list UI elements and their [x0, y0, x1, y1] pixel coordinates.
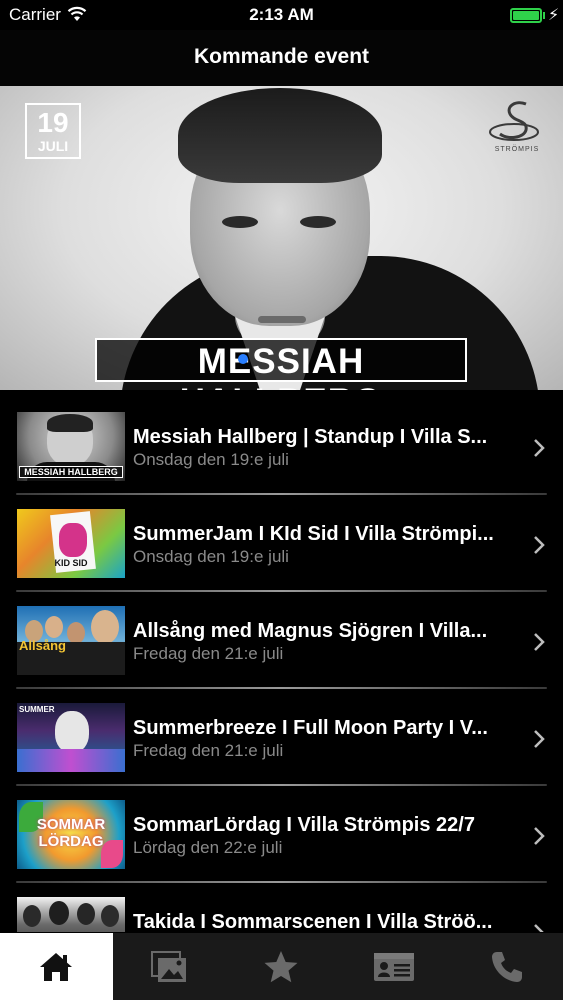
row-separator — [16, 687, 547, 689]
phone-icon — [491, 951, 522, 982]
battery-tip — [543, 12, 545, 19]
hero-name-box: MESSIAH HALLBERG — [95, 338, 467, 390]
contact-card-icon — [374, 952, 415, 981]
chevron-right-icon — [534, 924, 544, 932]
chevron-right-icon — [534, 536, 545, 554]
hero-eye-right — [300, 216, 336, 228]
tab-home[interactable] — [0, 933, 113, 1000]
event-row[interactable]: MESSIAH HALLBERG Messiah Hallberg | Stan… — [0, 400, 563, 497]
chevron-right-icon — [534, 633, 545, 651]
event-date: Fredag den 21:e juli — [133, 644, 284, 663]
event-thumbnail: Allsång — [17, 606, 125, 675]
event-title: SummerJam I KId Sid I Villa Strömpi... — [133, 523, 494, 545]
hero-banner[interactable]: 19 JULI STRÖMPIS MESSIAH HALLBERG — [0, 86, 563, 390]
status-bar: Carrier 2:13 AM ⚡ — [0, 0, 563, 30]
event-thumbnail — [17, 897, 125, 932]
hero-name: MESSIAH HALLBERG — [180, 342, 381, 390]
venue-logo-icon — [489, 101, 539, 141]
row-separator — [16, 590, 547, 592]
thumbnail-label: SUMMER — [19, 705, 55, 714]
event-date: Onsdag den 19:e juli — [133, 450, 289, 469]
venue-name: STRÖMPIS — [494, 146, 540, 153]
event-row[interactable]: SOMMAR LÖRDAG SommarLördag I Villa Ström… — [0, 788, 563, 885]
event-thumbnail: MESSIAH HALLBERG — [17, 412, 125, 481]
event-title: SommarLördag I Villa Strömpis 22/7 — [133, 814, 475, 836]
thumbnail-label: SOMMAR LÖRDAG — [36, 816, 106, 850]
event-thumbnail: KID SID — [17, 509, 125, 578]
date-month: JULI — [37, 138, 69, 154]
event-title: Summerbreeze I Full Moon Party I V... — [133, 717, 488, 739]
thumbnail-label: KID SID — [54, 558, 88, 568]
event-list[interactable]: MESSIAH HALLBERG Messiah Hallberg | Stan… — [0, 400, 563, 932]
hero-hair — [178, 88, 382, 183]
hero-mouth — [258, 316, 306, 323]
row-separator — [16, 784, 547, 786]
gallery-icon — [150, 950, 186, 982]
chevron-right-icon — [534, 439, 545, 457]
home-icon — [40, 952, 73, 981]
charging-icon: ⚡ — [548, 7, 560, 24]
event-row[interactable]: Allsång Allsång med Magnus Sjögren I Vil… — [0, 594, 563, 691]
event-row[interactable]: SUMMER Summerbreeze I Full Moon Party I … — [0, 691, 563, 788]
nav-bar: Kommande event — [0, 30, 563, 86]
tab-bar — [0, 933, 563, 1000]
row-separator — [16, 881, 547, 883]
tab-favorites[interactable] — [225, 933, 338, 1000]
event-date: Fredag den 21:e juli — [133, 741, 284, 760]
event-row[interactable]: Takida I Sommarscenen I Villa Ströö... — [0, 885, 563, 932]
star-icon — [264, 950, 298, 982]
page-indicator-dot[interactable] — [238, 354, 248, 364]
chevron-right-icon — [534, 827, 545, 845]
event-row[interactable]: KID SID SummerJam I KId Sid I Villa Strö… — [0, 497, 563, 594]
date-badge: 19 JULI — [25, 103, 81, 159]
event-title: Allsång med Magnus Sjögren I Villa... — [133, 620, 488, 642]
date-day: 19 — [37, 107, 69, 138]
thumbnail-label: MESSIAH HALLBERG — [19, 466, 123, 478]
event-thumbnail: SOMMAR LÖRDAG — [17, 800, 125, 869]
event-title: Messiah Hallberg | Standup I Villa S... — [133, 426, 488, 448]
event-title: Takida I Sommarscenen I Villa Ströö... — [133, 911, 493, 932]
battery-icon — [510, 8, 542, 23]
event-thumbnail: SUMMER — [17, 703, 125, 772]
thumbnail-label: Allsång — [19, 638, 66, 653]
tab-phone[interactable] — [450, 933, 563, 1000]
chevron-right-icon — [534, 730, 545, 748]
event-date: Lördag den 22:e juli — [133, 838, 283, 857]
hero-eye-left — [222, 216, 258, 228]
event-date: Onsdag den 19:e juli — [133, 547, 289, 566]
tab-contact[interactable] — [338, 933, 451, 1000]
row-separator — [16, 493, 547, 495]
clock: 2:13 AM — [249, 5, 314, 24]
tab-gallery[interactable] — [113, 933, 226, 1000]
page-title: Kommande event — [193, 45, 370, 68]
